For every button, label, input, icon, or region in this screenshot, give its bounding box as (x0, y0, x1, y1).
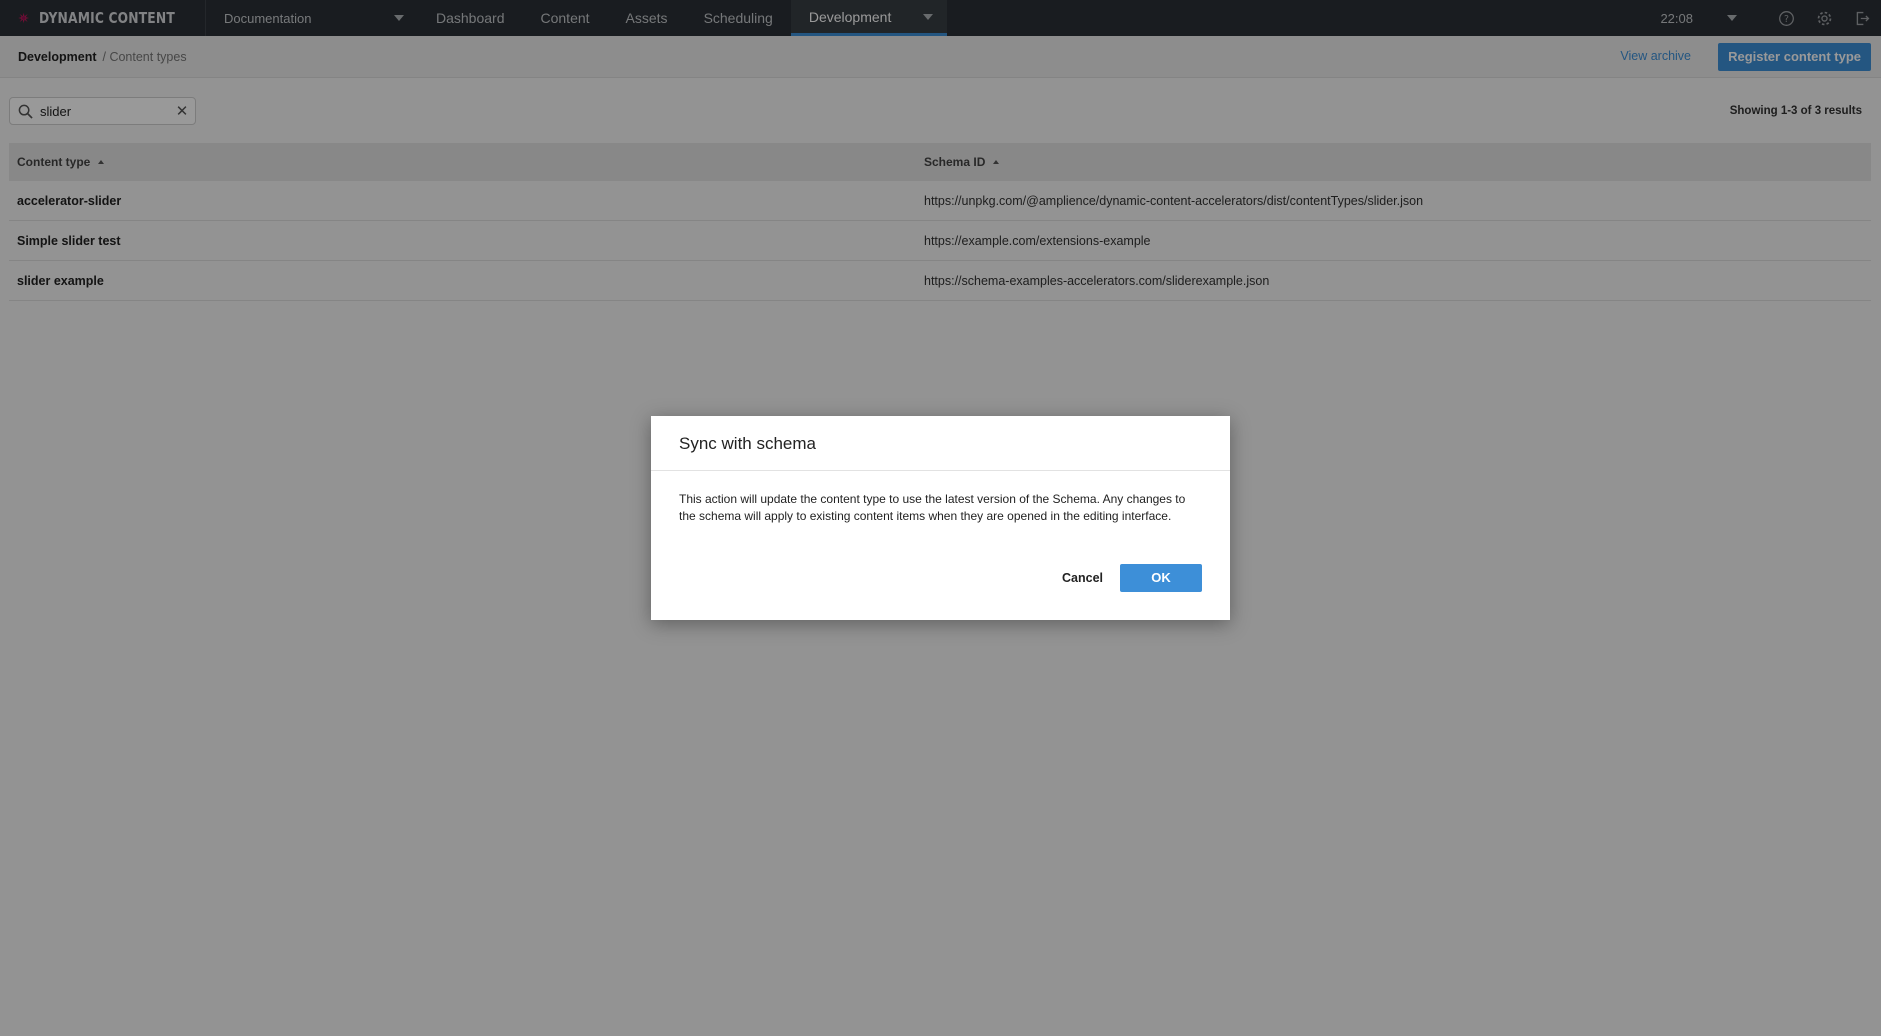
dialog-message-line-1: This action will update the content type… (679, 492, 1186, 506)
dialog-title: Sync with schema (651, 416, 1230, 471)
dialog-message: This action will update the content type… (651, 471, 1230, 525)
dialog-message-line-2: the schema will apply to existing conten… (679, 509, 1172, 523)
dialog-actions: Cancel OK (1060, 564, 1202, 592)
cancel-button[interactable]: Cancel (1060, 571, 1105, 585)
ok-button[interactable]: OK (1120, 564, 1202, 592)
sync-schema-dialog: Sync with schema This action will update… (651, 416, 1230, 620)
